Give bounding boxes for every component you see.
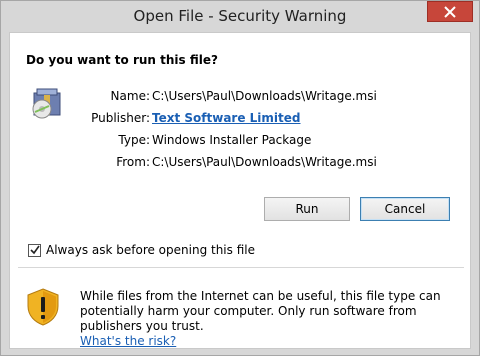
type-row: Type: Windows Installer Package — [10, 133, 470, 153]
publisher-label: Publisher: — [91, 111, 150, 125]
always-ask-label: Always ask before opening this file — [46, 243, 255, 257]
name-row: Name: C:\Users\Paul\Downloads\Writage.ms… — [10, 89, 470, 109]
checkmark-icon — [29, 245, 40, 255]
warning-text: While files from the Internet can be use… — [80, 289, 441, 333]
always-ask-checkbox[interactable] — [28, 243, 41, 257]
close-button[interactable] — [427, 1, 473, 22]
always-ask-option[interactable]: Always ask before opening this file — [28, 242, 255, 258]
close-icon — [444, 5, 456, 18]
type-label: Type: — [118, 133, 150, 147]
window-title: Open File - Security Warning — [133, 7, 347, 25]
publisher-row: Publisher: Text Software Limited — [10, 111, 470, 131]
cancel-button[interactable]: Cancel — [360, 197, 450, 221]
from-value: C:\Users\Paul\Downloads\Writage.msi — [152, 155, 377, 169]
title-bar[interactable]: Open File - Security Warning — [1, 1, 479, 32]
security-warning-dialog: Open File - Security Warning Do you want… — [0, 0, 480, 356]
publisher-link[interactable]: Text Software Limited — [152, 111, 301, 125]
type-value: Windows Installer Package — [152, 133, 312, 147]
section-divider — [18, 267, 464, 268]
from-row: From: C:\Users\Paul\Downloads\Writage.ms… — [10, 155, 470, 175]
dialog-body: Do you want to run this file? Name: C:\U… — [9, 32, 471, 349]
whats-the-risk-link[interactable]: What's the risk? — [80, 334, 460, 349]
name-label: Name: — [110, 89, 150, 103]
question-heading: Do you want to run this file? — [26, 53, 218, 67]
name-value: C:\Users\Paul\Downloads\Writage.msi — [152, 89, 377, 103]
security-shield-icon — [27, 288, 59, 326]
from-label: From: — [116, 155, 150, 169]
run-button[interactable]: Run — [264, 197, 350, 221]
warning-message: While files from the Internet can be use… — [80, 289, 460, 349]
